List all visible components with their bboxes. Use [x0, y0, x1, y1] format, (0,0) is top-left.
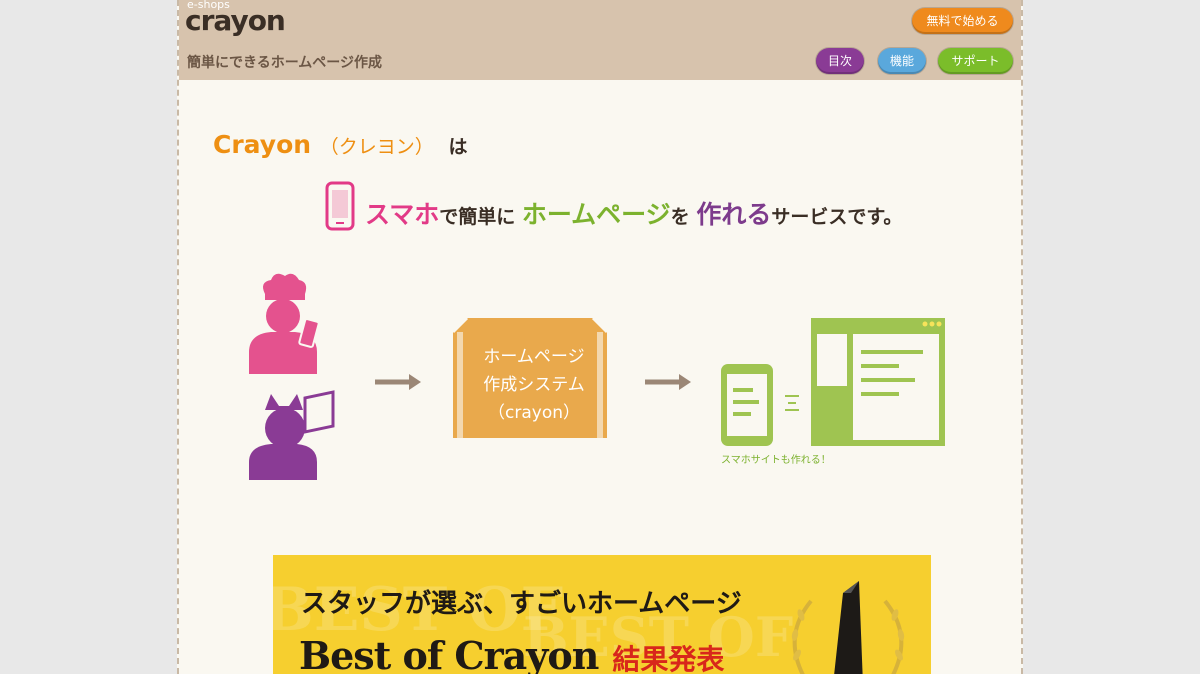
sub-can-make: 作れる	[696, 200, 772, 229]
sub-service: サービスです。	[771, 206, 903, 228]
banner-result-text: 結果発表	[612, 643, 725, 674]
sub-easily: で簡単に	[439, 206, 516, 228]
page-container: e-shops crayon 簡単にできるホームページ作成 無料で始める 目次 …	[177, 0, 1023, 674]
equals-icon	[785, 395, 799, 411]
free-start-button[interactable]: 無料で始める	[912, 8, 1013, 34]
smartphone-icon	[325, 181, 355, 231]
brand-particle: は	[448, 136, 468, 158]
pc-site-icon	[811, 318, 945, 446]
logo-crayon-text: crayon	[185, 4, 286, 37]
site-header: e-shops crayon 簡単にできるホームページ作成 無料で始める 目次 …	[179, 0, 1021, 80]
sub-wo: を	[670, 206, 690, 228]
site-tagline: 簡単にできるホームページ作成	[187, 55, 383, 71]
hero-headline: Crayon （クレヨン） は	[213, 130, 468, 159]
crayon-logo[interactable]: e-shops crayon	[185, 0, 305, 40]
banner-title-ja: スタッフが選ぶ、すごいホームページ	[301, 589, 742, 619]
best-of-crayon-banner[interactable]: BEST OF BEST OF スタッフが選ぶ、すごいホームページ Best o…	[273, 555, 931, 674]
banner-title-en: Best of Crayon 結果発表	[299, 633, 724, 674]
cat-user-icon	[249, 390, 335, 480]
sub-smartphone: スマホ	[365, 200, 440, 229]
mobile-site-caption: スマホサイトも作れる！	[721, 455, 831, 466]
system-box-label: ホームページ 作成システム （crayon）	[456, 343, 612, 427]
support-button[interactable]: サポート	[938, 48, 1013, 74]
sub-homepage: ホームページ	[521, 200, 671, 229]
arrow-right-icon	[375, 374, 421, 390]
chef-user-icon	[249, 273, 320, 374]
box-label-line: 作成システム	[483, 375, 585, 395]
features-button[interactable]: 機能	[878, 48, 926, 74]
box-label-line: （crayon）	[488, 403, 580, 423]
hero-subline: スマホで簡単に ホームページを 作れるサービスです。	[365, 195, 902, 231]
trophy-icon	[791, 581, 905, 674]
mobile-site-icon	[721, 364, 773, 446]
brand-name: Crayon	[213, 130, 312, 159]
toc-button[interactable]: 目次	[816, 48, 864, 74]
brand-kana: （クレヨン）	[319, 136, 434, 158]
banner-best-of-crayon: Best of Crayon	[299, 633, 599, 674]
arrow-right-icon	[645, 374, 691, 390]
box-label-line: ホームページ	[483, 347, 585, 367]
